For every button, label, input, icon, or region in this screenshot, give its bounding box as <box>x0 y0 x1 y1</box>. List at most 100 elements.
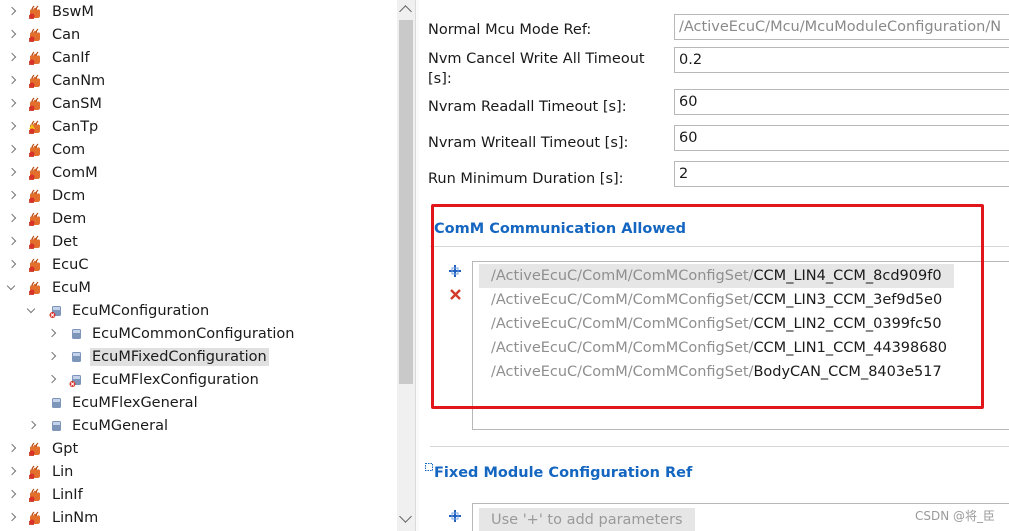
chevron-right-icon[interactable] <box>6 75 18 87</box>
tree-item-can[interactable]: Can <box>6 24 82 46</box>
field-label-nvm-cancel-write-all-timeout: Nvm Cancel Write All Timeout [s]: <box>428 49 645 89</box>
tree-item-cannm[interactable]: CanNm <box>6 70 107 92</box>
section-marker-icon <box>425 463 433 471</box>
tree-item-ecumgeneral[interactable]: EcuMGeneral <box>26 415 170 437</box>
module-icon <box>28 280 50 296</box>
chevron-right-icon[interactable] <box>6 512 18 524</box>
field-label-line: Nvm Cancel Write All Timeout <box>428 51 645 67</box>
tree-item-label: CanSM <box>52 96 102 112</box>
tree-item-label: EcuC <box>52 257 89 273</box>
module-icon <box>28 257 50 273</box>
tree-item-cantp[interactable]: CanTp <box>6 116 100 138</box>
tree-item-label: EcuMGeneral <box>72 418 168 434</box>
tree-item-dem[interactable]: Dem <box>6 208 88 230</box>
tree-item-linif[interactable]: LinIf <box>6 484 85 506</box>
scroll-up-arrow-icon[interactable] <box>399 5 412 18</box>
module-icon <box>28 73 50 89</box>
tree-item-cansm[interactable]: CanSM <box>6 93 104 115</box>
nvram-readall-timeout-field[interactable]: 60 <box>674 89 1009 115</box>
chevron-down-icon[interactable] <box>6 282 18 294</box>
tree-item-ecumflexgeneral[interactable]: EcuMFlexGeneral <box>26 392 200 414</box>
tree-item-label: EcuMFlexConfiguration <box>92 372 259 388</box>
tree-item-dcm[interactable]: Dcm <box>6 185 87 207</box>
tree-item-ecuc[interactable]: EcuC <box>6 254 90 276</box>
chevron-right-icon[interactable] <box>6 190 18 202</box>
plus-icon <box>449 510 461 522</box>
nvm-cancel-write-all-timeout-field[interactable]: 0.2 <box>674 47 1009 73</box>
add-button[interactable] <box>447 508 463 524</box>
watermark: CSDN @将_臣 <box>914 509 995 523</box>
tree-item-label: Lin <box>52 464 74 480</box>
tree-item-bswm[interactable]: BswM <box>6 1 96 23</box>
tree-item-label: Gpt <box>52 441 79 457</box>
fixed-module-config-ref-title: Fixed Module Configuration Ref <box>434 465 693 481</box>
tree-item-label: CanNm <box>52 73 106 89</box>
chevron-right-icon[interactable] <box>26 420 38 432</box>
field-label-line: [s]: <box>428 71 452 87</box>
chevron-right-icon[interactable] <box>6 236 18 248</box>
container-icon <box>48 418 70 434</box>
tree-item-com[interactable]: Com <box>6 139 87 161</box>
tree-item-lin[interactable]: Lin <box>6 461 75 483</box>
tree-item-ecumcommonconfiguration[interactable]: EcuMCommonConfiguration <box>46 323 296 345</box>
chevron-right-icon[interactable] <box>6 121 18 133</box>
chevron-right-icon[interactable] <box>6 489 18 501</box>
module-icon <box>28 211 50 227</box>
tree-item-ecum[interactable]: EcuM <box>6 277 93 299</box>
tree-item-label: EcuM <box>52 280 91 296</box>
scroll-down-arrow-icon[interactable] <box>399 510 412 523</box>
tree-scrollbar[interactable] <box>397 0 415 531</box>
tree-item-label: CanTp <box>52 119 99 135</box>
tree-item-label: CanIf <box>52 50 90 66</box>
chevron-right-icon[interactable] <box>6 29 18 41</box>
chevron-right-icon[interactable] <box>46 374 58 386</box>
tree-item-label: Can <box>52 27 81 43</box>
tree-item-label: Dcm <box>52 188 86 204</box>
tree-item-comm[interactable]: ComM <box>6 162 100 184</box>
module-icon <box>28 234 50 250</box>
tree-item-label: EcuMCommonConfiguration <box>92 326 295 342</box>
tree-item-gpt[interactable]: Gpt <box>6 438 80 460</box>
chevron-right-icon[interactable] <box>6 144 18 156</box>
chevron-right-icon[interactable] <box>6 167 18 179</box>
tree-item-linnm[interactable]: LinNm <box>6 507 100 529</box>
tree-item-label: ComM <box>52 165 98 181</box>
tree-item-label: EcuMFlexGeneral <box>72 395 198 411</box>
chevron-right-icon[interactable] <box>6 52 18 64</box>
chevron-right-icon[interactable] <box>6 213 18 225</box>
chevron-down-icon[interactable] <box>26 305 38 317</box>
module-icon <box>28 188 50 204</box>
container-icon <box>68 349 90 365</box>
module-icon <box>28 4 50 20</box>
tree-scrollbar-thumb[interactable] <box>399 20 413 384</box>
module-icon <box>28 487 50 503</box>
nvram-writeall-timeout-field[interactable]: 60 <box>674 125 1009 151</box>
tree-item-label: LinIf <box>52 487 83 503</box>
tree-item-ecumflexconfiguration[interactable]: EcuMFlexConfiguration <box>46 369 261 391</box>
chevron-right-icon[interactable] <box>6 443 18 455</box>
tree-item-ecumconfiguration[interactable]: EcuMConfiguration <box>26 300 211 322</box>
run-minimum-duration-field[interactable]: 2 <box>674 161 1009 187</box>
module-icon <box>28 96 50 112</box>
tree-item-ecumfixedconfiguration[interactable]: EcuMFixedConfiguration <box>46 346 269 368</box>
chevron-right-icon[interactable] <box>46 351 58 363</box>
tree-item-det[interactable]: Det <box>6 231 80 253</box>
tree-item-label: BswM <box>52 4 94 20</box>
container-icon <box>68 326 90 342</box>
chevron-right-icon[interactable] <box>6 466 18 478</box>
container-error-icon <box>48 303 70 319</box>
chevron-right-icon[interactable] <box>6 259 18 271</box>
chevron-right-icon[interactable] <box>6 98 18 110</box>
chevron-right-icon[interactable] <box>46 328 58 340</box>
field-label-run-minimum-duration: Run Minimum Duration [s]: <box>428 171 624 187</box>
module-icon <box>28 464 50 480</box>
normal-mcu-mode-ref-field[interactable]: /ActiveEcuC/Mcu/McuModuleConfiguration/N <box>674 14 1009 40</box>
module-warning-icon <box>28 119 50 135</box>
tree-item-canif[interactable]: CanIf <box>6 47 92 69</box>
tree-item-label: LinNm <box>52 510 99 526</box>
chevron-right-icon[interactable] <box>6 6 18 18</box>
module-tree[interactable]: BswM Can CanIf CanNm CanSM CanTp Com Com… <box>0 0 397 531</box>
module-icon <box>28 510 50 526</box>
field-label-nvram-writeall-timeout: Nvram Writeall Timeout [s]: <box>428 135 629 151</box>
pane-divider[interactable] <box>415 0 419 531</box>
